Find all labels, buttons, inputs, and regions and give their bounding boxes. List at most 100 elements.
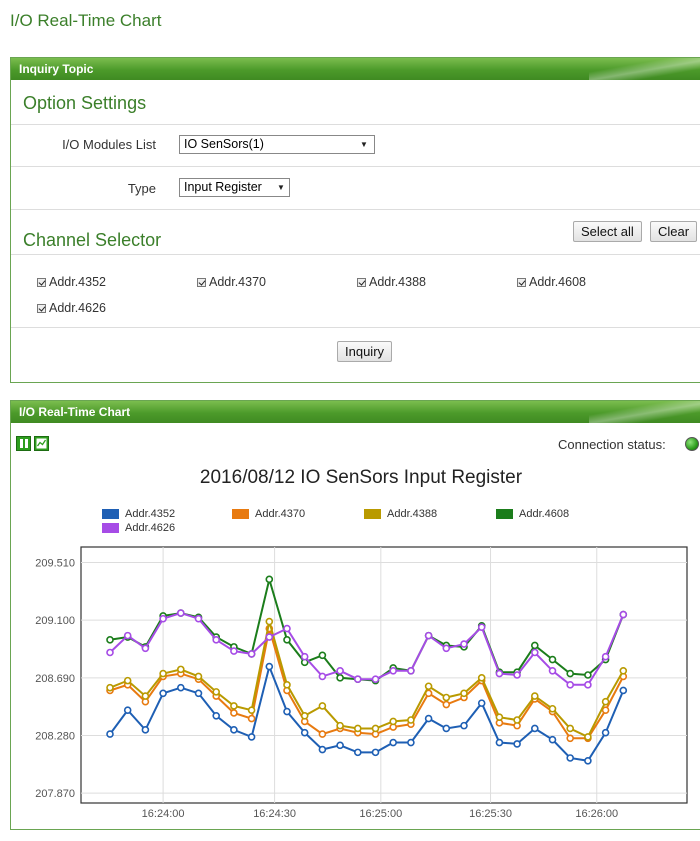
data-point[interactable] bbox=[371, 675, 380, 684]
data-point[interactable] bbox=[442, 693, 451, 702]
data-point[interactable] bbox=[336, 721, 344, 730]
legend-item[interactable]: Addr.4626 bbox=[102, 522, 175, 534]
data-point[interactable] bbox=[318, 651, 327, 660]
data-point[interactable] bbox=[601, 728, 610, 737]
data-point[interactable] bbox=[300, 728, 309, 737]
data-point[interactable] bbox=[424, 714, 433, 723]
data-point[interactable] bbox=[584, 733, 592, 741]
data-point[interactable] bbox=[601, 697, 610, 706]
data-point[interactable] bbox=[230, 647, 238, 655]
data-point[interactable] bbox=[194, 689, 203, 698]
data-point[interactable] bbox=[584, 757, 592, 765]
data-point[interactable] bbox=[106, 648, 114, 657]
legend-item[interactable]: Addr.4352 bbox=[102, 508, 175, 520]
data-point[interactable] bbox=[477, 674, 486, 682]
data-point[interactable] bbox=[530, 641, 539, 650]
data-point[interactable] bbox=[106, 730, 114, 738]
legend-item[interactable]: Addr.4370 bbox=[232, 508, 305, 520]
type-select-box[interactable]: Input Register bbox=[179, 178, 290, 197]
data-point[interactable] bbox=[212, 711, 220, 720]
data-point[interactable] bbox=[424, 631, 433, 640]
data-point[interactable] bbox=[265, 662, 274, 671]
checkbox-icon[interactable] bbox=[197, 277, 206, 287]
data-point[interactable] bbox=[389, 738, 398, 747]
channel-checkbox[interactable]: Addr.4626 bbox=[37, 301, 106, 315]
data-point[interactable] bbox=[159, 669, 167, 678]
data-point[interactable] bbox=[424, 682, 433, 691]
data-point[interactable] bbox=[513, 671, 521, 679]
data-point[interactable] bbox=[566, 754, 575, 762]
data-point[interactable] bbox=[566, 681, 575, 689]
data-point[interactable] bbox=[442, 700, 451, 709]
data-point[interactable] bbox=[601, 652, 610, 661]
data-point[interactable] bbox=[141, 644, 150, 653]
data-point[interactable] bbox=[230, 709, 238, 717]
data-point[interactable] bbox=[265, 617, 274, 626]
channel-checkbox[interactable]: Addr.4370 bbox=[197, 275, 266, 289]
data-point[interactable] bbox=[159, 689, 167, 698]
data-point[interactable] bbox=[371, 724, 380, 733]
data-point[interactable] bbox=[336, 674, 344, 682]
data-point[interactable] bbox=[442, 644, 451, 653]
data-point[interactable] bbox=[177, 665, 185, 674]
data-point[interactable] bbox=[159, 614, 167, 623]
select-all-button[interactable]: Select all bbox=[573, 221, 642, 242]
data-point[interactable] bbox=[318, 672, 327, 681]
pause-icon[interactable] bbox=[16, 436, 31, 451]
data-point[interactable] bbox=[336, 741, 344, 750]
chart-icon[interactable] bbox=[34, 436, 49, 451]
inquiry-button[interactable]: Inquiry bbox=[337, 341, 393, 362]
data-point[interactable] bbox=[619, 686, 628, 695]
data-point[interactable] bbox=[265, 633, 274, 641]
data-point[interactable] bbox=[584, 681, 592, 689]
data-point[interactable] bbox=[177, 683, 185, 692]
data-point[interactable] bbox=[548, 655, 557, 664]
data-point[interactable] bbox=[442, 724, 451, 733]
data-point[interactable] bbox=[247, 714, 256, 723]
data-point[interactable] bbox=[123, 706, 132, 714]
data-point[interactable] bbox=[283, 681, 291, 689]
data-point[interactable] bbox=[530, 692, 539, 700]
data-point[interactable] bbox=[283, 636, 291, 644]
data-point[interactable] bbox=[460, 689, 468, 698]
data-point[interactable] bbox=[619, 666, 628, 675]
legend-item[interactable]: Addr.4608 bbox=[496, 508, 569, 520]
data-point[interactable] bbox=[123, 631, 132, 640]
data-point[interactable] bbox=[460, 640, 468, 648]
data-point[interactable] bbox=[353, 724, 362, 733]
channel-checkbox[interactable]: Addr.4608 bbox=[517, 275, 586, 289]
data-point[interactable] bbox=[230, 702, 238, 710]
data-point[interactable] bbox=[407, 738, 415, 747]
data-point[interactable] bbox=[407, 716, 415, 724]
data-point[interactable] bbox=[584, 671, 592, 679]
data-point[interactable] bbox=[141, 692, 150, 700]
data-point[interactable] bbox=[300, 711, 309, 720]
data-point[interactable] bbox=[495, 669, 504, 678]
data-point[interactable] bbox=[247, 650, 256, 658]
checkbox-icon[interactable] bbox=[37, 277, 46, 287]
data-point[interactable] bbox=[495, 738, 504, 747]
data-point[interactable] bbox=[513, 716, 521, 724]
data-point[interactable] bbox=[318, 730, 327, 738]
data-point[interactable] bbox=[389, 717, 398, 726]
data-point[interactable] bbox=[566, 724, 575, 733]
legend-item[interactable]: Addr.4388 bbox=[364, 508, 437, 520]
data-point[interactable] bbox=[407, 666, 415, 675]
data-point[interactable] bbox=[336, 666, 344, 675]
data-point[interactable] bbox=[265, 575, 274, 584]
data-point[interactable] bbox=[353, 748, 362, 757]
data-point[interactable] bbox=[283, 624, 291, 633]
checkbox-icon[interactable] bbox=[517, 277, 526, 287]
data-point[interactable] bbox=[530, 648, 539, 657]
data-point[interactable] bbox=[230, 726, 238, 734]
data-point[interactable] bbox=[300, 652, 309, 661]
data-point[interactable] bbox=[106, 636, 114, 644]
data-point[interactable] bbox=[318, 702, 327, 710]
data-point[interactable] bbox=[566, 734, 575, 743]
clear-button[interactable]: Clear bbox=[650, 221, 698, 242]
data-point[interactable] bbox=[530, 724, 539, 733]
data-point[interactable] bbox=[318, 745, 327, 754]
data-point[interactable] bbox=[495, 713, 504, 721]
data-point[interactable] bbox=[548, 735, 557, 744]
checkbox-icon[interactable] bbox=[37, 303, 46, 313]
